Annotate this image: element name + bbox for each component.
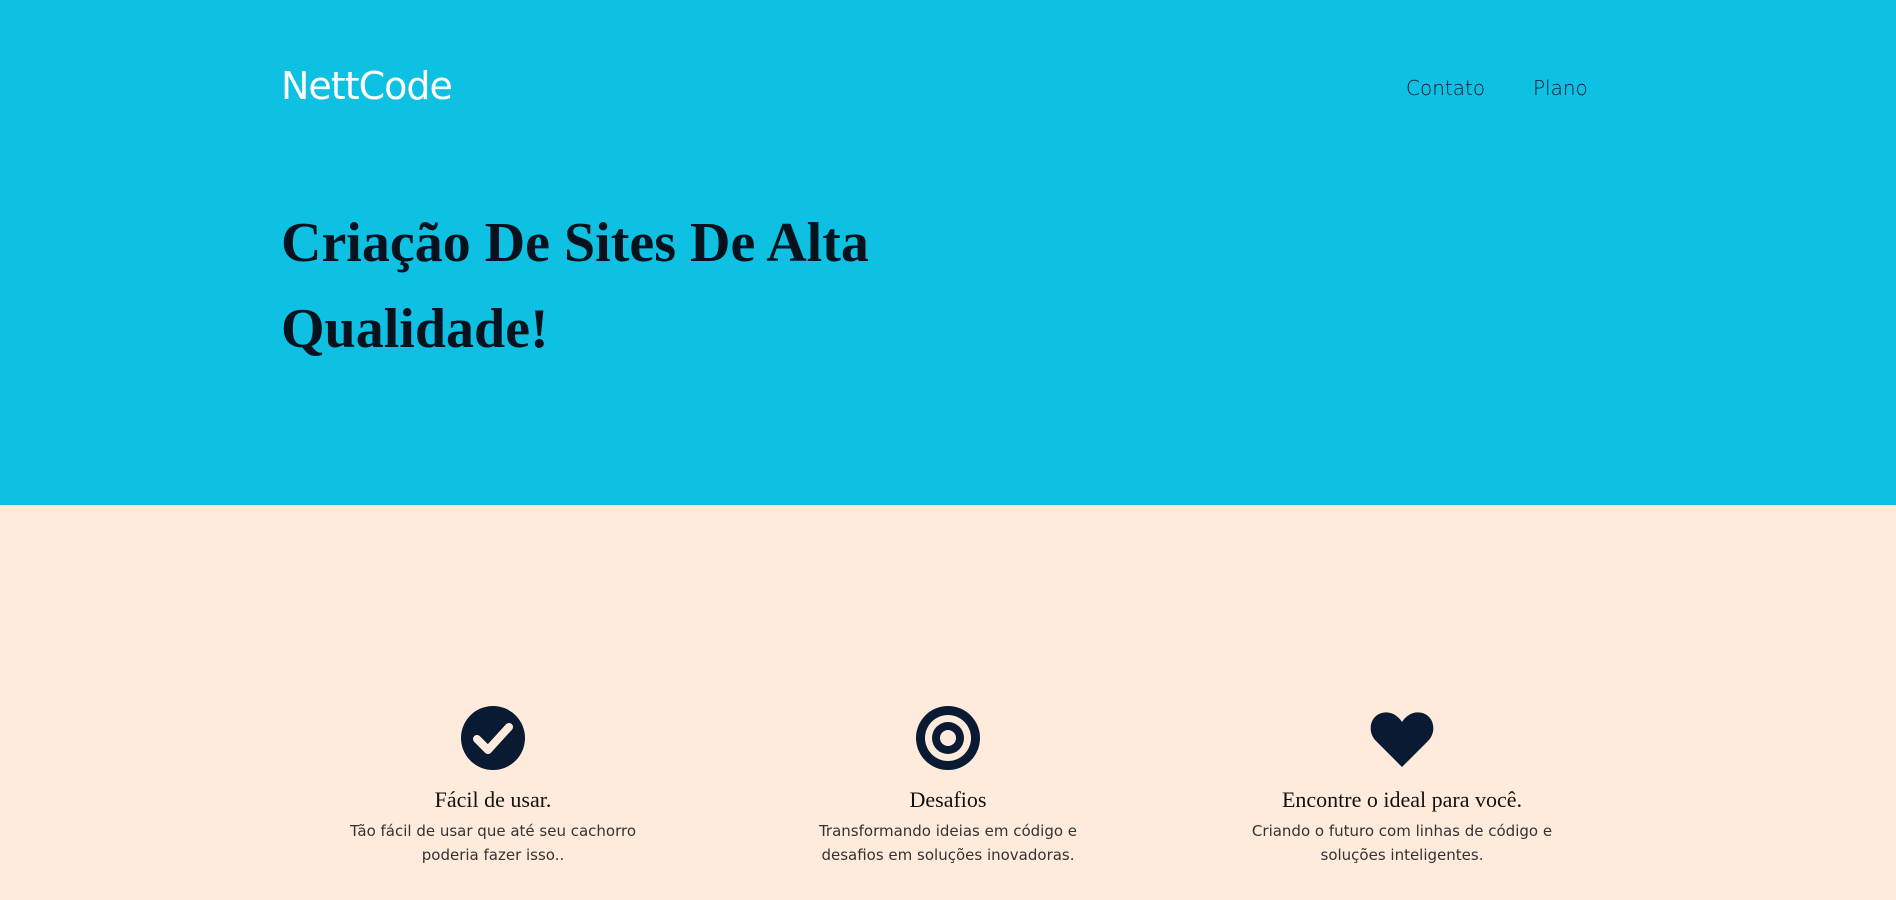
- feature-title: Desafios: [909, 787, 987, 812]
- feature-card-challenges: Desafios Transformando ideias em código …: [768, 705, 1128, 867]
- feature-card-ideal: Encontre o ideal para você. Criando o fu…: [1222, 705, 1582, 867]
- feature-description: Criando o futuro com linhas de código e …: [1251, 822, 1553, 864]
- hero-section: NettCode Contato Plano Criação De Sites …: [0, 0, 1896, 505]
- brand-logo[interactable]: NettCode: [281, 64, 453, 108]
- hero-headline: Criação De Sites De Alta Qualidade!: [281, 212, 869, 360]
- feature-title: Encontre o ideal para você.: [1281, 787, 1523, 812]
- target-icon: [916, 706, 980, 770]
- feature-description: Tão fácil de usar que até seu cachorro p…: [349, 822, 637, 864]
- nav-link-contato[interactable]: Contato: [1406, 76, 1485, 100]
- feature-card-easy: Fácil de usar. Tão fácil de usar que até…: [313, 705, 673, 867]
- nav-link-plano[interactable]: Plano: [1533, 76, 1588, 100]
- feature-description: Transformando ideias em código e desafio…: [818, 822, 1078, 864]
- feature-title: Fácil de usar.: [434, 787, 552, 812]
- heart-icon: [1370, 712, 1434, 767]
- check-circle-icon: [461, 706, 525, 770]
- features-section: Fácil de usar. Tão fácil de usar que até…: [0, 505, 1896, 900]
